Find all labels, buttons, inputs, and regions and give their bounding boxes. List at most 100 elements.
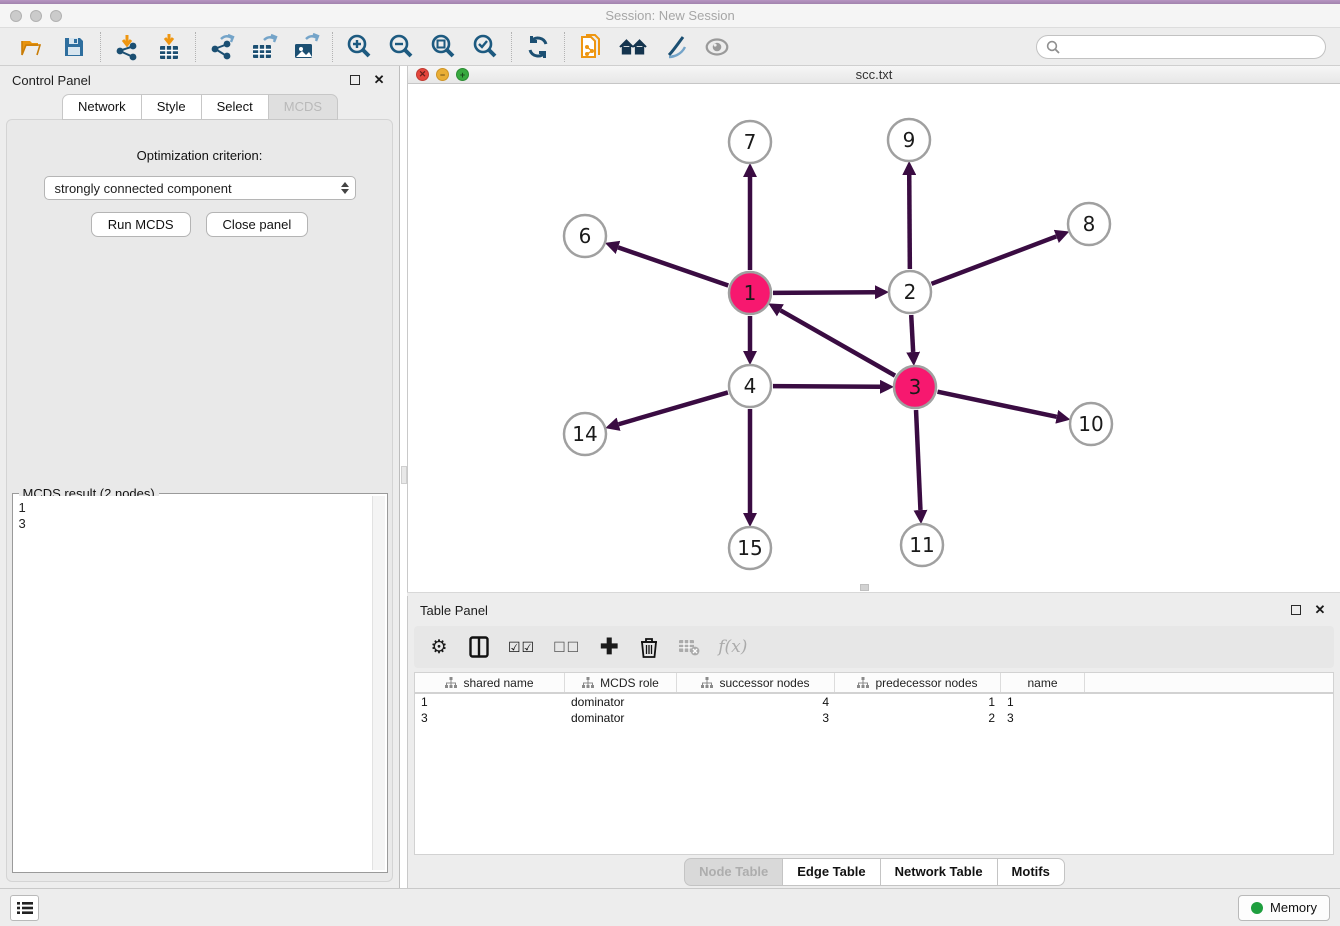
search-box[interactable] (1036, 35, 1326, 59)
criterion-selected-value: strongly connected component (55, 181, 341, 196)
tab-mcds[interactable]: MCDS (268, 94, 338, 120)
table-panel: Table Panel ✕ ⚙ ☑☑ ☐☐ ✚ f(x) (407, 596, 1340, 888)
mcds-result-line: 1 (19, 500, 367, 516)
tab-edge-table[interactable]: Edge Table (782, 858, 880, 886)
graph-node-label: 2 (904, 280, 917, 304)
optimization-criterion-label: Optimization criterion: (137, 148, 263, 163)
tab-motifs[interactable]: Motifs (997, 858, 1065, 886)
import-network-icon[interactable] (113, 33, 141, 61)
new-network-from-file-icon[interactable] (577, 33, 605, 61)
mcds-result-list[interactable]: 13 (15, 496, 371, 870)
show-hide-icon[interactable] (703, 33, 731, 61)
main-toolbar (0, 28, 1340, 66)
network-window-titlebar: ✕ − + scc.txt (408, 66, 1340, 84)
column-header-predecessor-nodes[interactable]: predecessor nodes (835, 673, 1001, 692)
float-table-panel-icon[interactable] (1288, 602, 1304, 618)
delete-column-icon[interactable] (638, 635, 660, 659)
close-table-panel-icon[interactable]: ✕ (1312, 602, 1328, 618)
home-icon[interactable] (619, 33, 647, 61)
network-maximize-button[interactable]: + (456, 68, 469, 81)
graph-edge-2-3[interactable] (911, 315, 913, 352)
table-settings-icon[interactable]: ⚙ (428, 635, 450, 659)
table-panel-title: Table Panel (420, 603, 488, 618)
tab-network-table[interactable]: Network Table (880, 858, 998, 886)
graph-edge-1-6[interactable] (618, 247, 728, 285)
graph-edge-3-1[interactable] (780, 310, 895, 375)
graph-edge-1-2[interactable] (773, 292, 875, 293)
table-row[interactable]: 3dominator323 (415, 710, 1333, 726)
column-header-successor-nodes[interactable]: successor nodes (677, 673, 835, 692)
select-all-icon[interactable]: ☑☑ (508, 635, 535, 659)
tab-select[interactable]: Select (201, 94, 269, 120)
column-header-shared-name[interactable]: shared name (415, 673, 565, 692)
show-columns-icon[interactable] (468, 635, 490, 659)
task-history-button[interactable] (10, 895, 39, 921)
close-panel-button[interactable]: Close panel (206, 212, 309, 237)
criterion-select[interactable]: strongly connected component (44, 176, 356, 200)
graph-node-label: 3 (909, 375, 922, 399)
zoom-out-icon[interactable] (387, 33, 415, 61)
tab-node-table[interactable]: Node Table (684, 858, 783, 886)
visual-styles-icon[interactable] (661, 33, 689, 61)
tab-network[interactable]: Network (62, 94, 142, 120)
table-cell: dominator (565, 695, 677, 709)
graph-edge-2-9[interactable] (909, 175, 910, 269)
table-row[interactable]: 1dominator411 (415, 694, 1333, 710)
network-hscroll-thumb[interactable] (860, 584, 869, 591)
search-input[interactable] (1066, 39, 1316, 54)
function-builder-icon[interactable]: f(x) (718, 635, 747, 659)
close-window-button[interactable] (10, 10, 22, 22)
export-table-icon[interactable] (250, 33, 278, 61)
network-graph: 7968124314101511 (408, 84, 1340, 587)
delete-table-icon[interactable] (678, 635, 700, 659)
graph-node-label: 1 (744, 281, 757, 305)
column-header-MCDS-role[interactable]: MCDS role (565, 673, 677, 692)
import-table-icon[interactable] (155, 33, 183, 61)
deselect-all-icon[interactable]: ☐☐ (553, 635, 580, 659)
save-session-icon[interactable] (60, 33, 88, 61)
zoom-fit-icon[interactable] (429, 33, 457, 61)
attribute-icon (582, 677, 594, 688)
column-header-name[interactable]: name (1001, 673, 1085, 692)
control-panel-title: Control Panel (12, 73, 91, 88)
export-image-icon[interactable] (292, 33, 320, 61)
minimize-window-button[interactable] (30, 10, 42, 22)
zoom-selected-icon[interactable] (471, 33, 499, 61)
network-canvas[interactable]: 7968124314101511 (408, 84, 1340, 592)
graph-node-label: 11 (909, 533, 934, 557)
run-mcds-button[interactable]: Run MCDS (91, 212, 191, 237)
network-minimize-button[interactable]: − (436, 68, 449, 81)
add-column-icon[interactable]: ✚ (598, 635, 620, 659)
graph-edge-2-8[interactable] (932, 236, 1057, 283)
maximize-window-button[interactable] (50, 10, 62, 22)
horizontal-splitter[interactable] (407, 592, 1340, 596)
graph-edge-3-11[interactable] (916, 410, 920, 510)
mcds-result-scrollbar[interactable] (372, 496, 385, 870)
memory-button[interactable]: Memory (1238, 895, 1330, 921)
open-session-icon[interactable] (18, 33, 46, 61)
export-network-icon[interactable] (208, 33, 236, 61)
network-title: scc.txt (408, 67, 1340, 82)
table-toolbar: ⚙ ☑☑ ☐☐ ✚ f(x) (414, 626, 1334, 668)
graph-node-label: 14 (572, 422, 597, 446)
table-cell: 3 (677, 711, 835, 725)
zoom-in-icon[interactable] (345, 33, 373, 61)
refresh-icon[interactable] (524, 33, 552, 61)
graph-edge-3-10[interactable] (938, 392, 1057, 417)
graph-node-label: 8 (1083, 212, 1096, 236)
app-title: Session: New Session (0, 8, 1340, 23)
table-cell: 4 (677, 695, 835, 709)
float-panel-icon[interactable] (347, 72, 363, 88)
graph-edge-4-14[interactable] (619, 392, 728, 424)
table-cell: 1 (1001, 695, 1085, 709)
close-panel-icon[interactable]: ✕ (371, 72, 387, 88)
attribute-icon (857, 677, 869, 688)
graph-edge-4-3[interactable] (773, 386, 880, 387)
vertical-splitter[interactable] (399, 66, 407, 888)
list-icon (17, 901, 33, 915)
tab-style[interactable]: Style (141, 94, 202, 120)
graph-node-label: 6 (579, 224, 592, 248)
graph-node-label: 10 (1078, 412, 1103, 436)
network-close-button[interactable]: ✕ (416, 68, 429, 81)
app-titlebar: Session: New Session (0, 4, 1340, 28)
